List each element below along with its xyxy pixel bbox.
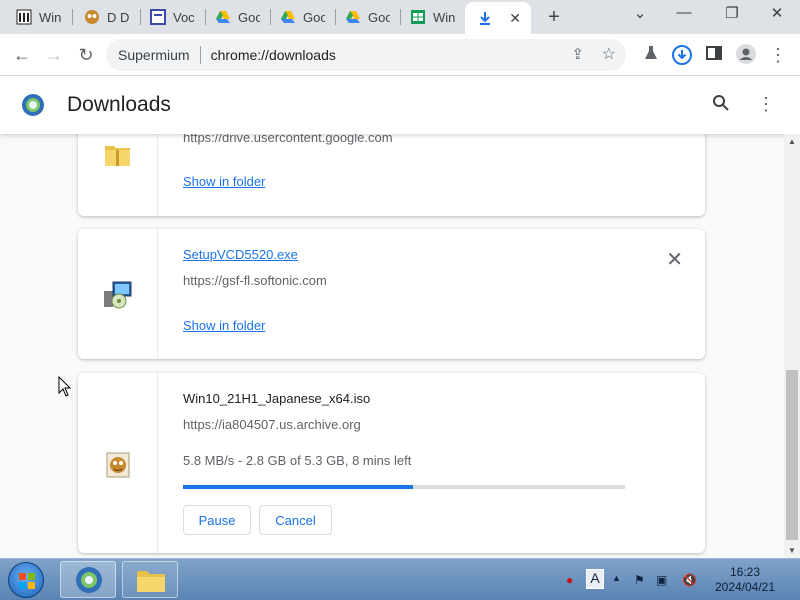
profile-avatar-icon[interactable] — [735, 44, 757, 69]
taskbar-browser-button[interactable] — [60, 561, 116, 598]
back-arrow-icon[interactable]: ← — [11, 44, 33, 66]
system-clock[interactable]: 16:23 2024/04/21 — [708, 565, 782, 595]
folder-icon — [137, 571, 165, 592]
ime-indicator[interactable]: A — [586, 569, 604, 589]
zip-folder-icon — [105, 146, 130, 166]
download-url[interactable]: https://gsf-fl.softonic.com — [183, 273, 327, 288]
taskbar-explorer-button[interactable] — [122, 561, 178, 598]
installer-icon — [104, 281, 132, 309]
tab-title: Goo — [303, 9, 325, 25]
google-drive-icon — [279, 8, 297, 26]
search-icon[interactable] — [710, 94, 732, 117]
tab-search-icon[interactable]: ⌄ — [628, 4, 652, 22]
windows-logo-icon — [19, 573, 35, 589]
download-item: https://drive.usercontent.google.com Sho… — [78, 134, 705, 216]
share-icon[interactable]: ⇪ — [571, 45, 584, 63]
more-options-icon[interactable]: ⋮ — [755, 94, 777, 115]
show-in-folder-link[interactable]: Show in folder — [183, 318, 265, 333]
menu-kebab-icon[interactable]: ⋮ — [767, 44, 789, 66]
close-tab-icon[interactable]: ✕ — [509, 10, 521, 27]
download-status: 5.8 MB/s - 2.8 GB of 5.3 GB, 8 mins left — [183, 453, 412, 468]
new-tab-button[interactable]: + — [544, 6, 564, 29]
windows-taskbar: ● A ▲ ⚑ ▣ 🔇 16:23 2024/04/21 — [0, 558, 800, 600]
tab-title: D Do — [107, 9, 129, 25]
show-hidden-icons-icon[interactable]: ▲ — [612, 573, 621, 583]
tab-3[interactable]: Voca — [138, 0, 202, 34]
show-in-folder-link[interactable]: Show in folder — [183, 174, 265, 189]
tab-7[interactable]: Winc — [398, 0, 462, 34]
download-url[interactable]: https://ia804507.us.archive.org — [183, 417, 361, 432]
divider — [199, 46, 201, 64]
scroll-down-arrow-icon[interactable]: ▼ — [788, 546, 796, 555]
downloads-list: https://drive.usercontent.google.com Sho… — [0, 134, 800, 558]
restore-button[interactable]: ❐ — [720, 4, 744, 22]
network-icon[interactable]: ▣ — [656, 573, 667, 587]
browser-toolbar: ← → ↻ Supermium chrome://downloads ⇪ ☆ ⋮ — [0, 34, 800, 76]
columns-icon — [15, 8, 33, 26]
reload-icon[interactable]: ↻ — [75, 44, 97, 66]
scrollbar-thumb[interactable] — [786, 370, 798, 540]
progress-fill — [183, 485, 413, 489]
start-button[interactable] — [8, 562, 44, 598]
action-center-flag-icon[interactable]: ⚑ — [634, 573, 645, 587]
tab-6[interactable]: Goo — [333, 0, 397, 34]
downloads-header: Downloads ⋮ — [0, 76, 800, 134]
tab-title: Goo — [238, 9, 260, 25]
scrollbar[interactable]: ▲ ▼ — [784, 134, 800, 558]
forward-arrow-icon[interactable]: → — [43, 44, 65, 66]
tab-downloads-active[interactable]: ✕ — [465, 2, 531, 34]
file-name: Win10_21H1_Japanese_x64.iso — [183, 391, 371, 406]
google-drive-icon — [344, 8, 362, 26]
remove-from-list-icon[interactable]: ✕ — [666, 247, 683, 272]
tab-title: Winc — [433, 9, 455, 25]
icon-column — [78, 229, 158, 359]
extension-flask-icon[interactable] — [640, 44, 662, 66]
tab-1[interactable]: Winc — [4, 0, 68, 34]
volume-muted-icon[interactable]: 🔇 — [682, 573, 697, 587]
disc-image-icon — [106, 452, 130, 478]
icon-column — [78, 373, 158, 553]
google-drive-icon — [214, 8, 232, 26]
scroll-up-arrow-icon[interactable]: ▲ — [788, 137, 796, 146]
tab-2[interactable]: D Do — [72, 0, 136, 34]
owl-icon — [83, 8, 101, 26]
tab-strip: Winc D Do Voca Goo Goo Goo — [0, 0, 800, 34]
download-item-in-progress: Win10_21H1_Japanese_x64.iso https://ia80… — [78, 373, 705, 553]
download-progress-bar — [183, 485, 625, 489]
side-panel-icon[interactable] — [703, 44, 725, 66]
bookmark-star-icon[interactable]: ☆ — [602, 44, 616, 64]
site-chip: Supermium — [118, 47, 190, 63]
download-url[interactable]: https://drive.usercontent.google.com — [183, 134, 393, 145]
spreadsheet-icon — [409, 8, 427, 26]
tab-4[interactable]: Goo — [203, 0, 267, 34]
tab-5[interactable]: Goo — [268, 0, 332, 34]
mouse-cursor-icon — [58, 376, 72, 397]
tab-title: Winc — [39, 9, 61, 25]
file-name-link[interactable]: SetupVCD5520.exe — [183, 247, 298, 262]
cancel-button[interactable]: Cancel — [259, 505, 332, 535]
page-title: Downloads — [67, 93, 171, 116]
supermium-logo-icon — [22, 94, 44, 116]
url-text: chrome://downloads — [210, 47, 336, 63]
pause-button[interactable]: Pause — [183, 505, 251, 535]
clock-time: 16:23 — [729, 565, 761, 579]
address-bar[interactable]: Supermium chrome://downloads ⇪ ☆ — [106, 39, 626, 71]
icon-column — [78, 134, 158, 216]
doc-icon — [149, 8, 167, 26]
tab-title: Voca — [173, 9, 195, 25]
clock-date: 2024/04/21 — [714, 580, 776, 594]
notification-icon[interactable]: ● — [566, 573, 573, 587]
downloads-toolbar-icon[interactable] — [671, 44, 693, 71]
minimize-button[interactable]: — — [672, 4, 696, 21]
download-icon — [476, 9, 494, 27]
close-window-button[interactable]: ✕ — [765, 4, 789, 22]
supermium-icon — [76, 567, 102, 593]
tab-title: Goo — [368, 9, 390, 25]
download-item: SetupVCD5520.exe https://gsf-fl.softonic… — [78, 229, 705, 359]
